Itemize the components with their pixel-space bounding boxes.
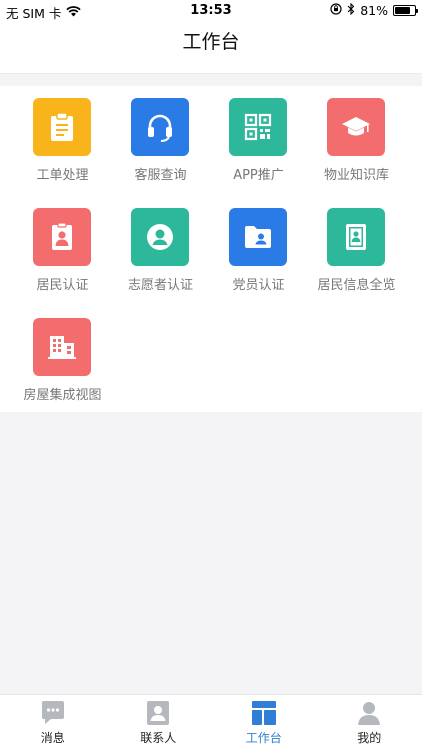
status-bar: 无 SIM 卡 13:53 81% bbox=[0, 0, 422, 22]
nav-header: 工作台 bbox=[0, 22, 422, 74]
app-tile-resident-auth[interactable]: 居民认证 bbox=[10, 196, 115, 300]
headset-icon bbox=[131, 98, 189, 156]
user-folder-icon bbox=[229, 208, 287, 266]
bluetooth-icon bbox=[347, 2, 355, 18]
app-tile-knowledge-base[interactable]: 物业知识库 bbox=[304, 86, 409, 190]
id-badge-icon bbox=[33, 208, 91, 266]
app-tile-app-promotion[interactable]: APP推广 bbox=[206, 86, 311, 190]
tab-label: 工作台 bbox=[245, 731, 282, 745]
page-title: 工作台 bbox=[182, 31, 240, 53]
tab-label: 消息 bbox=[40, 731, 65, 745]
tab-profile[interactable]: 我的 bbox=[317, 695, 422, 750]
app-label: 居民信息全览 bbox=[317, 278, 396, 293]
clipboard-icon bbox=[33, 98, 91, 156]
tab-label: 联系人 bbox=[140, 731, 177, 745]
tab-contacts[interactable]: 联系人 bbox=[106, 695, 212, 750]
app-tile-resident-overview[interactable]: 居民信息全览 bbox=[304, 196, 409, 300]
contacts-icon bbox=[145, 700, 171, 726]
app-label: 物业知识库 bbox=[323, 168, 389, 183]
contact-book-icon bbox=[327, 208, 385, 266]
message-icon bbox=[40, 700, 66, 726]
dashboard-icon bbox=[251, 700, 277, 726]
qr-code-icon bbox=[229, 98, 287, 156]
tab-messages[interactable]: 消息 bbox=[0, 695, 106, 750]
graduation-cap-icon bbox=[327, 98, 385, 156]
profile-icon bbox=[356, 700, 382, 726]
tab-bar: 消息 联系人 工作台 我的 bbox=[0, 694, 422, 750]
app-tile-housing-view[interactable]: 房屋集成视图 bbox=[10, 306, 115, 410]
building-icon bbox=[33, 318, 91, 376]
user-circle-icon bbox=[131, 208, 189, 266]
app-tile-volunteer-auth[interactable]: 志愿者认证 bbox=[108, 196, 213, 300]
app-tile-work-order[interactable]: 工单处理 bbox=[10, 86, 115, 190]
app-tile-customer-service[interactable]: 客服查询 bbox=[108, 86, 213, 190]
orientation-lock-icon bbox=[330, 3, 342, 18]
app-grid: 工单处理 客服查询 APP推广 物业知识库 居民认证 志愿者认证 党员认证 居民… bbox=[0, 86, 422, 412]
app-tile-party-member-auth[interactable]: 党员认证 bbox=[206, 196, 311, 300]
app-label: 房屋集成视图 bbox=[23, 388, 102, 403]
tab-workbench[interactable]: 工作台 bbox=[211, 695, 317, 750]
battery-icon bbox=[393, 5, 418, 16]
tab-label: 我的 bbox=[357, 731, 382, 745]
battery-percent: 81% bbox=[360, 3, 388, 18]
